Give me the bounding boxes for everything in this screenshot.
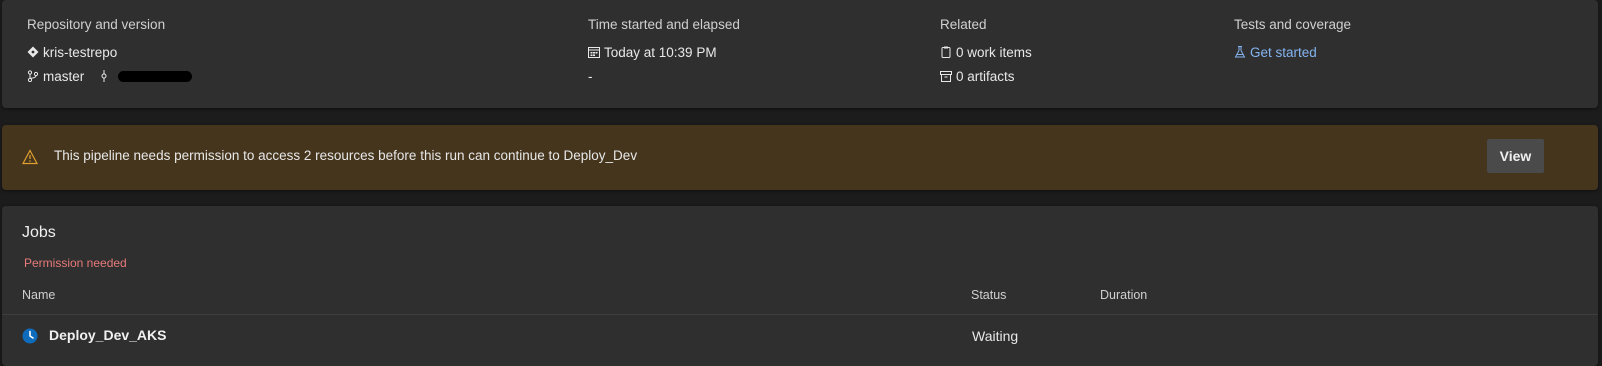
time-started-row: Today at 10:39 PM (588, 40, 740, 64)
artifacts-link[interactable]: 0 artifacts (940, 64, 1032, 88)
branch-name: master (43, 68, 85, 84)
repo-name: kris-testrepo (43, 44, 118, 60)
flask-icon (1234, 46, 1246, 58)
get-started-text: Get started (1250, 44, 1317, 60)
repo-version-section: Repository and version kris-testrepo mas… (27, 16, 193, 88)
redacted-commit-id (118, 70, 193, 82)
jobs-card: Jobs Permission needed Name Status Durat… (2, 206, 1598, 366)
tests-label: Tests and coverage (1234, 17, 1352, 32)
header-divider (2, 314, 1598, 315)
run-summary-card: Repository and version kris-testrepo mas… (2, 0, 1598, 108)
permission-message: This pipeline needs permission to access… (54, 148, 638, 163)
column-header-duration: Duration (1100, 288, 1148, 302)
git-repo-icon (27, 46, 39, 58)
elapsed-row: - (588, 64, 740, 88)
get-started-link[interactable]: Get started (1234, 40, 1351, 64)
clock-pending-icon (22, 328, 38, 344)
artifacts-count: 0 artifacts (956, 68, 1015, 84)
permission-warning-banner: This pipeline needs permission to access… (2, 125, 1598, 190)
related-label: Related (940, 17, 987, 32)
time-section: Time started and elapsed Today at 10:39 … (588, 16, 740, 88)
branch-icon (27, 70, 39, 82)
view-button[interactable]: View (1487, 139, 1544, 173)
repo-link[interactable]: kris-testrepo (27, 40, 192, 64)
column-header-name: Name (22, 288, 56, 302)
calendar-icon (588, 46, 600, 58)
table-row[interactable]: Deploy_Dev_AKS Waiting (2, 316, 1598, 356)
job-status: Waiting (972, 328, 1019, 344)
repo-version-label: Repository and version (27, 17, 166, 32)
work-items-count: 0 work items (956, 44, 1032, 60)
clipboard-icon (940, 46, 952, 58)
time-label: Time started and elapsed (588, 17, 740, 32)
warning-icon (21, 149, 39, 165)
tests-section: Tests and coverage Get started (1234, 16, 1351, 64)
time-started: Today at 10:39 PM (604, 44, 717, 60)
jobs-title: Jobs (22, 224, 56, 241)
related-section: Related 0 work items 0 artifacts (940, 16, 1032, 88)
job-name: Deploy_Dev_AKS (49, 327, 167, 343)
permission-needed-status: Permission needed (24, 256, 127, 270)
elapsed-value: - (588, 68, 593, 84)
work-items-link[interactable]: 0 work items (940, 40, 1032, 64)
commit-icon (98, 70, 110, 82)
branch-row: master (27, 64, 193, 88)
artifact-box-icon (940, 70, 952, 82)
column-header-status: Status (971, 288, 1007, 302)
